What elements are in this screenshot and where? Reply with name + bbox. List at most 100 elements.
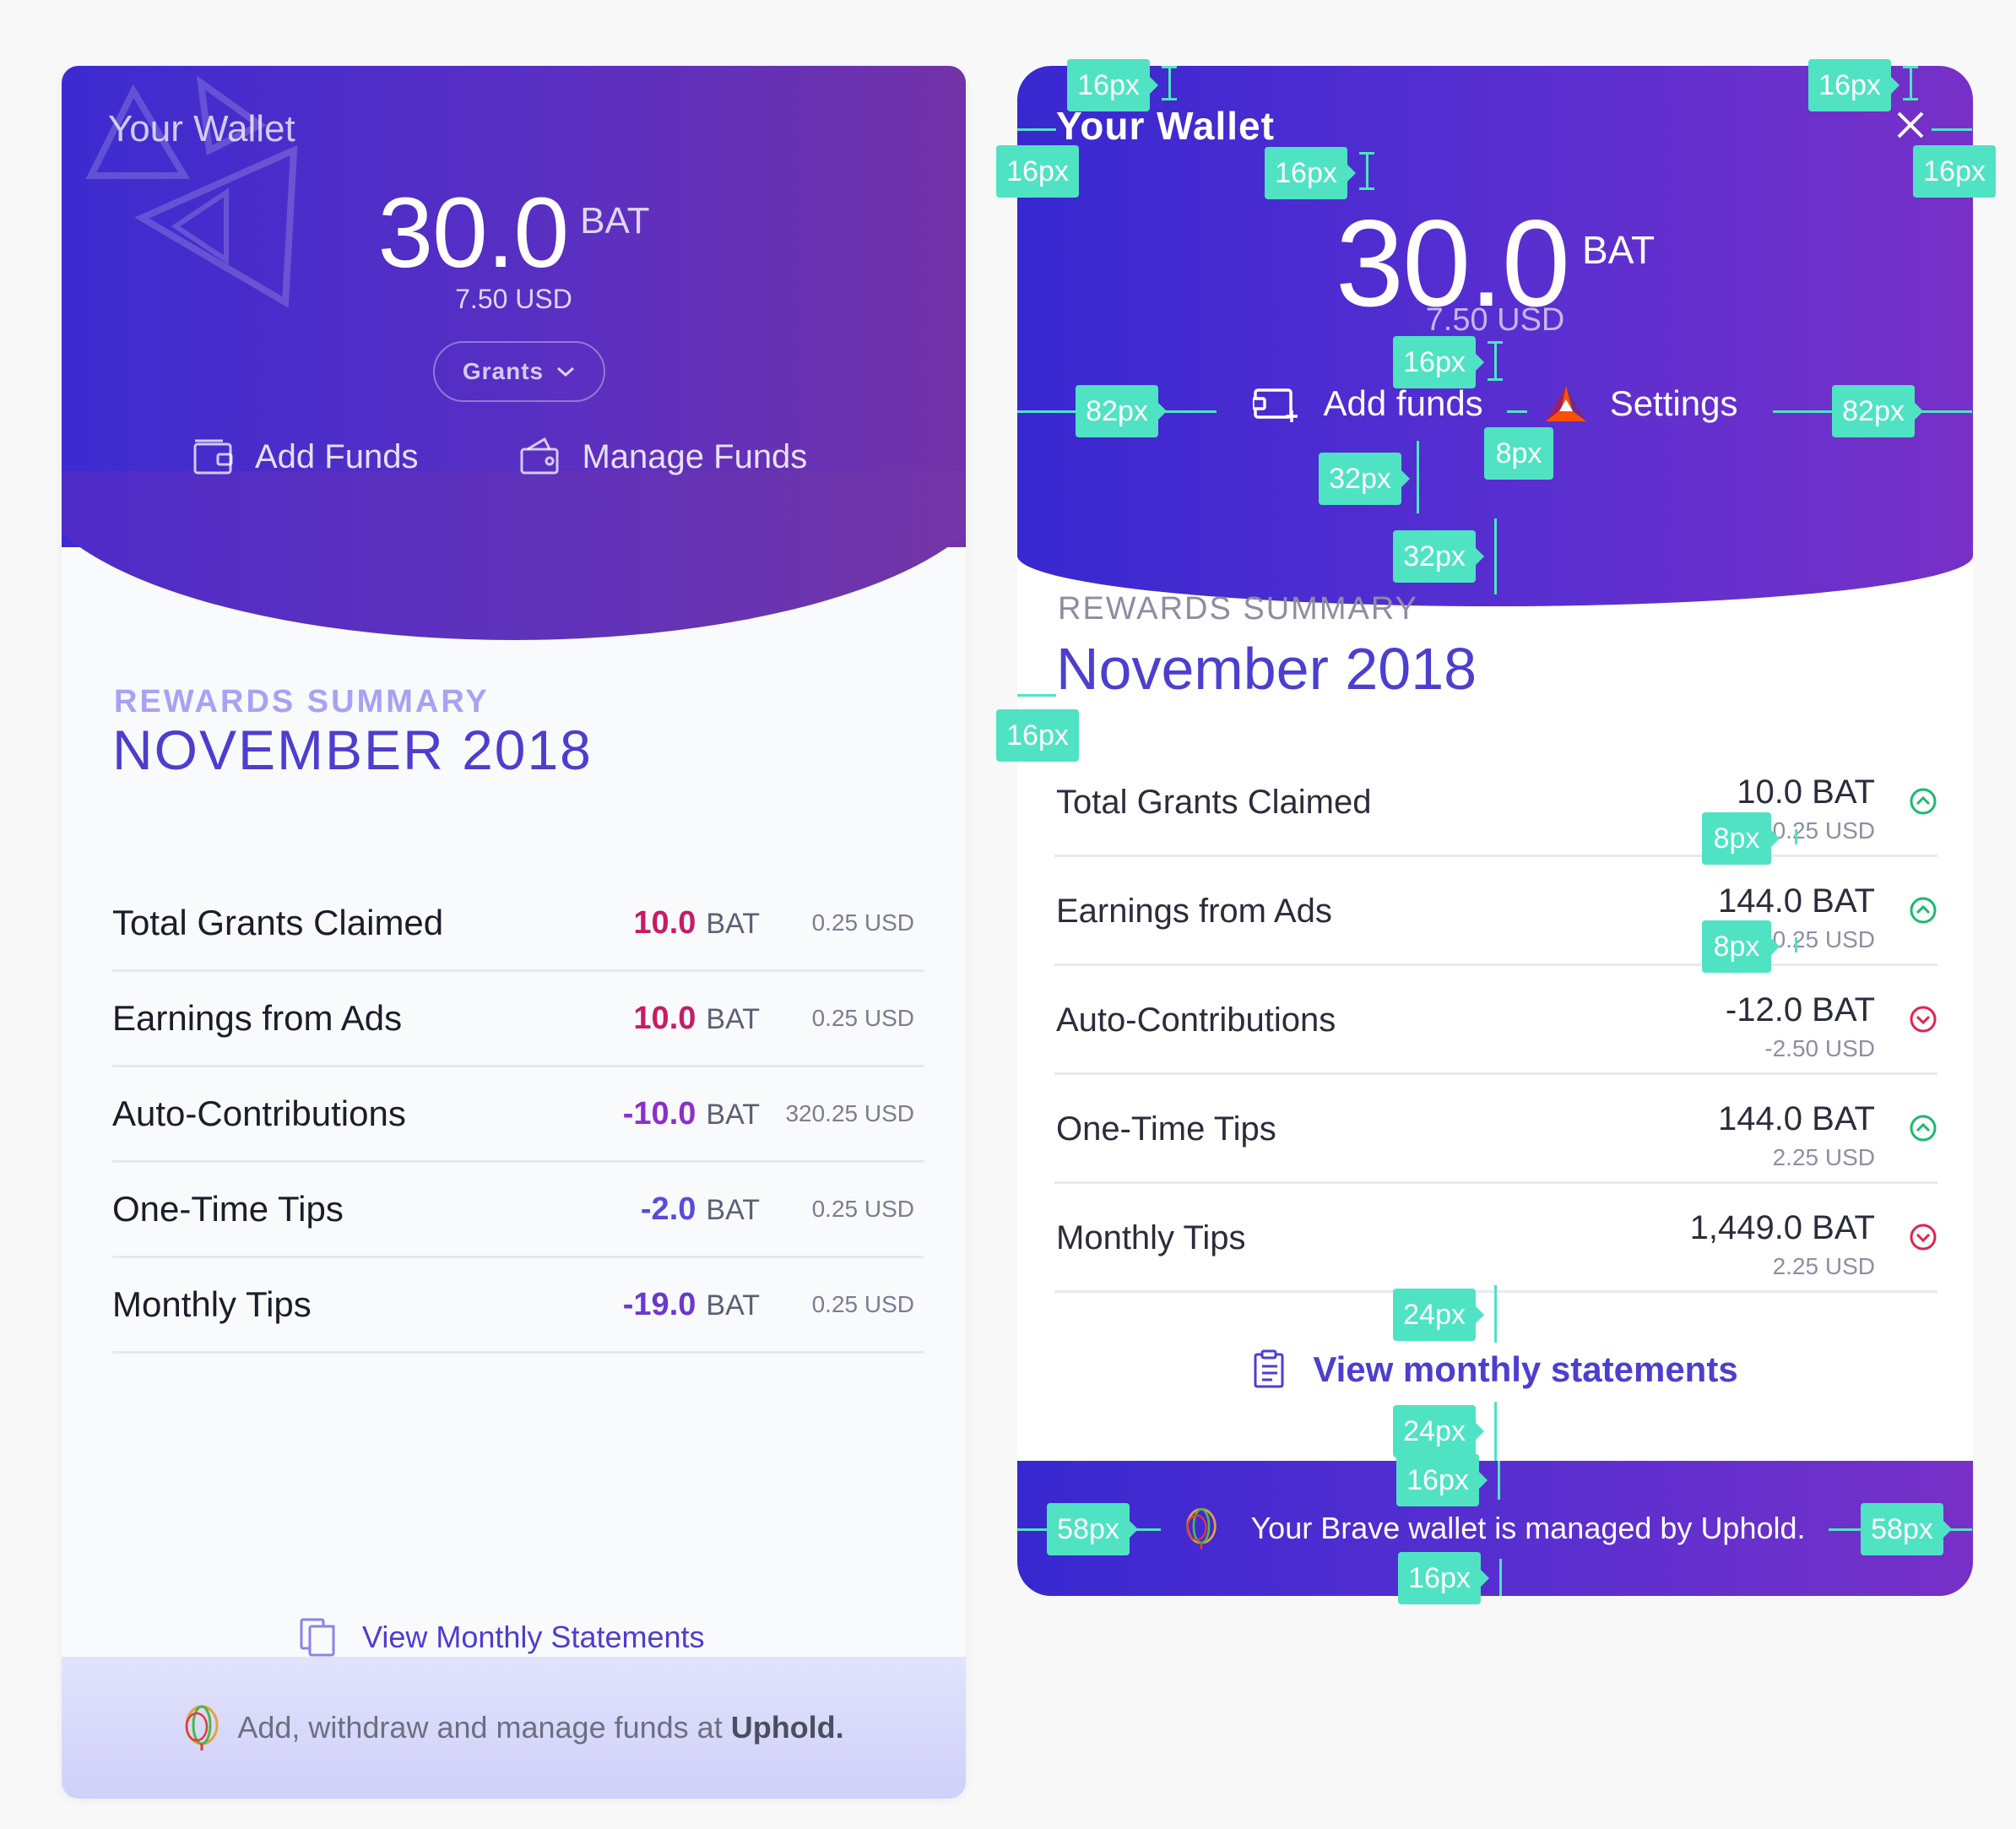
summary-table: Total Grants Claimed 10.0 BAT 0.25 USD Ea…: [112, 877, 924, 1354]
wallet-cards-icon: [520, 437, 559, 475]
row-label: Earnings from Ads: [1056, 893, 1332, 930]
spacing-line: [1507, 410, 1527, 413]
rewards-summary-label: REWARDS SUMMARY: [114, 684, 490, 719]
view-monthly-statements-label: View Monthly Statements: [362, 1620, 705, 1654]
spacing-tag: 16px: [1067, 59, 1158, 111]
uphold-footer-link[interactable]: Uphold.: [731, 1710, 844, 1745]
rewards-summary-date: NOVEMBER 2018: [112, 719, 593, 781]
uphold-logo-icon: [185, 1705, 219, 1750]
table-row: Monthly Tips 1,449.0 BAT 2.25 USD: [1054, 1184, 1937, 1293]
row-label: Total Grants Claimed: [1056, 784, 1372, 821]
spacing-cap: [1488, 341, 1503, 344]
add-funds-button[interactable]: Add Funds: [192, 437, 418, 476]
add-funds-button[interactable]: Add funds: [1252, 383, 1483, 424]
spacing-tag: 24px: [1393, 1289, 1484, 1341]
spacing-line: [1499, 1559, 1502, 1596]
view-monthly-statements-label: View monthly statements: [1313, 1349, 1738, 1389]
spacing-tag: 32px: [1393, 530, 1484, 583]
spacing-tag: 8px: [1702, 812, 1780, 865]
view-monthly-statements-link[interactable]: View monthly statements: [1017, 1349, 1973, 1390]
balance-unit: BAT: [1582, 228, 1656, 272]
spacing-tag: 16px: [1913, 145, 1996, 198]
spacing-line: [1366, 152, 1368, 189]
summary-table: Total Grants Claimed 10.0 BAT 0.25 USD E…: [1054, 748, 1937, 1293]
table-row: Earnings from Ads 10.0 BAT 0.25 USD: [112, 972, 924, 1067]
add-funds-label: Add funds: [1323, 383, 1483, 423]
table-row: Monthly Tips -19.0 BAT 0.25 USD: [112, 1258, 924, 1354]
uphold-footer-text: Your Brave wallet is managed by Uphold.: [1250, 1511, 1806, 1545]
balance-usd: 7.50 USD: [455, 284, 572, 314]
spacing-line: [1417, 441, 1419, 513]
table-row: Auto-Contributions -12.0 BAT -2.50 USD: [1054, 966, 1937, 1075]
row-amount-unit: BAT: [706, 1193, 760, 1226]
left-wallet-panel: Your Wallet 30.0 BAT 7.50 USD Grants Add …: [62, 66, 966, 1799]
spacing-tag: 16px: [1396, 1454, 1488, 1506]
grants-dropdown[interactable]: Grants: [433, 341, 605, 402]
clipboard-icon: [1254, 1349, 1284, 1388]
balance-unit: BAT: [580, 200, 650, 242]
trend-down-icon: [1910, 1224, 1937, 1251]
bat-logo-icon: [1545, 386, 1586, 421]
chevron-down-icon: [557, 366, 575, 377]
row-usd: 0.25 USD: [811, 1291, 914, 1317]
row-bat: 1,449.0 BAT: [1689, 1209, 1875, 1246]
spacing-cap: [1359, 187, 1374, 190]
row-label: Earnings from Ads: [112, 998, 403, 1038]
row-amount-value: 10.0: [633, 904, 696, 941]
settings-label: Settings: [1609, 383, 1738, 423]
spacing-line: [1498, 1461, 1500, 1500]
wallet-balance: 30.0 BAT: [62, 176, 966, 290]
row-usd: 0.25 USD: [1772, 817, 1875, 844]
manage-funds-button[interactable]: Manage Funds: [519, 437, 807, 476]
spacing-line: [1795, 937, 1797, 952]
row-amount-value: 10.0: [633, 1000, 696, 1036]
spacing-cap: [1903, 98, 1918, 100]
table-row: One-Time Tips -2.0 BAT 0.25 USD: [112, 1163, 924, 1258]
spacing-tag: 16px: [1265, 147, 1356, 199]
row-usd: 0.25 USD: [811, 1196, 914, 1222]
spacing-tag: 16px: [1808, 59, 1899, 111]
row-label: Monthly Tips: [112, 1284, 312, 1324]
wallet-icon: [193, 439, 233, 475]
row-amount-unit: BAT: [706, 907, 760, 940]
spacing-line: [1494, 341, 1497, 380]
row-label: Total Grants Claimed: [112, 903, 444, 942]
row-amount: 10.0 BAT: [633, 1001, 760, 1037]
row-amount: 10.0 BAT: [633, 905, 760, 942]
view-monthly-statements-link[interactable]: View Monthly Statements: [298, 1616, 705, 1658]
row-amount: -2.0 BAT: [641, 1191, 760, 1228]
right-wallet-panel: Your Wallet 30.0 BAT 7.50 USD Add funds S…: [1017, 66, 1973, 1596]
spacing-cap: [1162, 66, 1177, 68]
wallet-header-curve: [62, 471, 966, 640]
uphold-footer: Add, withdraw and manage funds at Uphold…: [62, 1657, 966, 1799]
row-label: One-Time Tips: [1056, 1110, 1276, 1148]
row-usd: 2.25 USD: [1772, 1144, 1875, 1170]
spacing-tag: 8px: [1702, 920, 1780, 973]
spacing-line: [1910, 66, 1912, 100]
row-amount-value: -10.0: [622, 1095, 696, 1132]
spacing-cap: [1359, 152, 1374, 155]
close-icon[interactable]: [1895, 110, 1926, 140]
spacing-line: [1017, 128, 1056, 131]
trend-down-icon: [1910, 1006, 1937, 1033]
spacing-tag: 82px: [1076, 385, 1167, 437]
row-amount-unit: BAT: [706, 1098, 760, 1131]
settings-button[interactable]: Settings: [1544, 383, 1738, 424]
documents-icon: [300, 1618, 335, 1657]
row-bat: 144.0 BAT: [1717, 1100, 1875, 1137]
trend-up-icon: [1910, 897, 1937, 924]
wallet-actions: Add Funds Manage Funds: [192, 437, 807, 476]
row-bat: 10.0 BAT: [1737, 773, 1875, 811]
row-label: Monthly Tips: [1056, 1219, 1246, 1256]
table-row: One-Time Tips 144.0 BAT 2.25 USD: [1054, 1075, 1937, 1184]
spacing-tag: 16px: [996, 709, 1079, 762]
spacing-line: [1494, 1285, 1497, 1343]
uphold-footer-text-plain: Add, withdraw and manage funds at: [237, 1710, 731, 1745]
spacing-tag: 58px: [1861, 1503, 1952, 1555]
spacing-tag: 82px: [1832, 385, 1923, 437]
add-funds-label: Add Funds: [255, 437, 419, 475]
add-wallet-icon: [1252, 388, 1298, 422]
trend-up-icon: [1910, 788, 1937, 815]
spacing-line: [1168, 66, 1171, 100]
rewards-summary-label: REWARDS SUMMARY: [1058, 591, 1418, 627]
